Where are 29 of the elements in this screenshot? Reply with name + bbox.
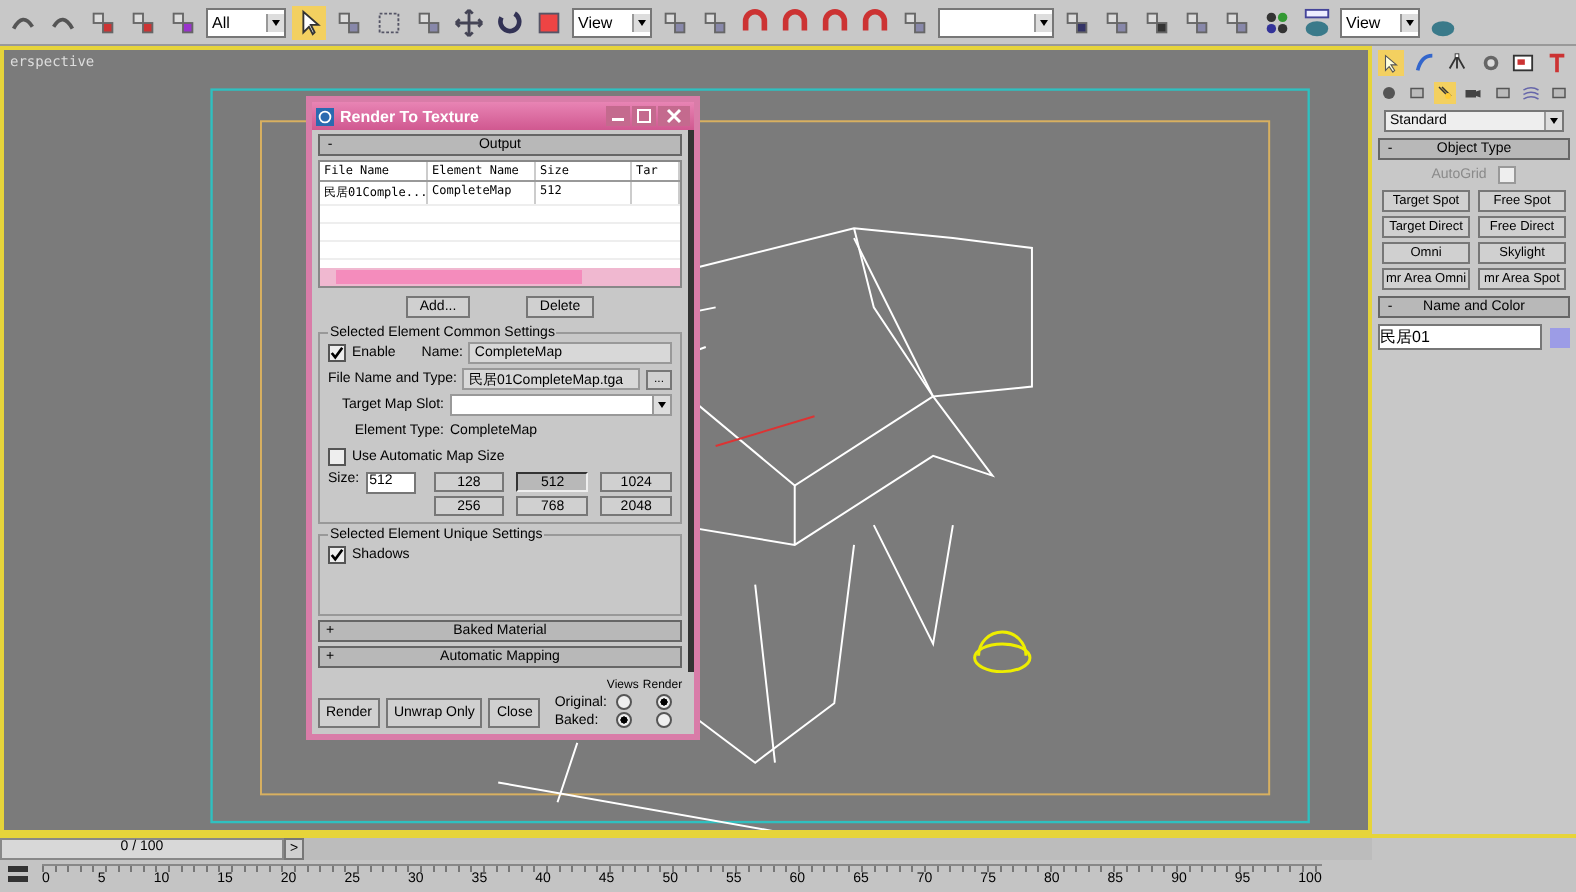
monitor-icon[interactable] (1510, 50, 1537, 76)
radio-button[interactable] (616, 712, 633, 728)
cursor-icon[interactable] (292, 5, 326, 39)
toolbar-dropdown[interactable] (938, 7, 1054, 37)
checkbox[interactable] (328, 344, 346, 362)
radio-button[interactable] (656, 694, 673, 710)
sphere-icon[interactable] (1378, 82, 1400, 104)
checkbox[interactable] (328, 448, 346, 466)
maximize-icon[interactable] (632, 106, 656, 126)
wave-icon[interactable] (1519, 82, 1542, 104)
key-filter-icon[interactable] (6, 864, 30, 884)
toolbar-dropdown[interactable]: View (1340, 7, 1420, 37)
object-name-field[interactable]: 民居01 (1378, 324, 1542, 350)
toolbar-dropdown[interactable]: All (206, 7, 286, 37)
color-swatch[interactable] (1550, 327, 1570, 347)
light-icon[interactable] (1434, 82, 1457, 104)
move-icon[interactable] (452, 5, 486, 39)
horizontal-scrollbar[interactable] (320, 268, 680, 286)
radio-button[interactable] (616, 694, 633, 710)
close-icon[interactable] (658, 106, 690, 126)
target-map-slot-dropdown[interactable] (450, 394, 672, 416)
checkbox[interactable] (328, 546, 346, 564)
dialog-title: Render To Texture (340, 107, 481, 125)
toolbar-dropdown[interactable]: View (572, 7, 652, 37)
shapes-icon[interactable] (1406, 82, 1429, 104)
cursor-icon[interactable] (1378, 50, 1404, 76)
app-logo-icon (316, 107, 334, 125)
minimize-icon[interactable] (606, 106, 630, 126)
radio-button[interactable] (656, 712, 673, 728)
